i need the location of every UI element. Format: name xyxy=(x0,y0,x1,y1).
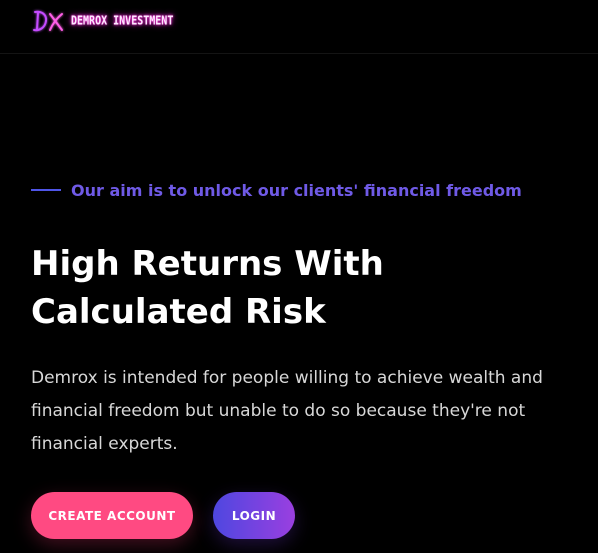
tagline-divider xyxy=(31,189,61,191)
logo-mark-icon xyxy=(31,8,67,34)
create-account-button[interactable]: CREATE ACCOUNT xyxy=(31,492,193,539)
hero-description: Demrox is intended for people willing to… xyxy=(31,368,543,454)
hero-tagline: Our aim is to unlock our clients' financ… xyxy=(31,178,522,202)
login-button[interactable]: LOGIN xyxy=(213,492,295,539)
hero-title: High Returns With Calculated Risk xyxy=(31,244,384,332)
site-header: DEMROX INVESTMENT xyxy=(0,0,598,54)
brand-name: DEMROX INVESTMENT xyxy=(71,14,174,28)
brand-logo[interactable]: DEMROX INVESTMENT xyxy=(31,6,173,36)
page: DEMROX INVESTMENT Our aim is to unlock o… xyxy=(0,0,598,553)
tagline-text: Our aim is to unlock our clients' financ… xyxy=(71,180,522,200)
